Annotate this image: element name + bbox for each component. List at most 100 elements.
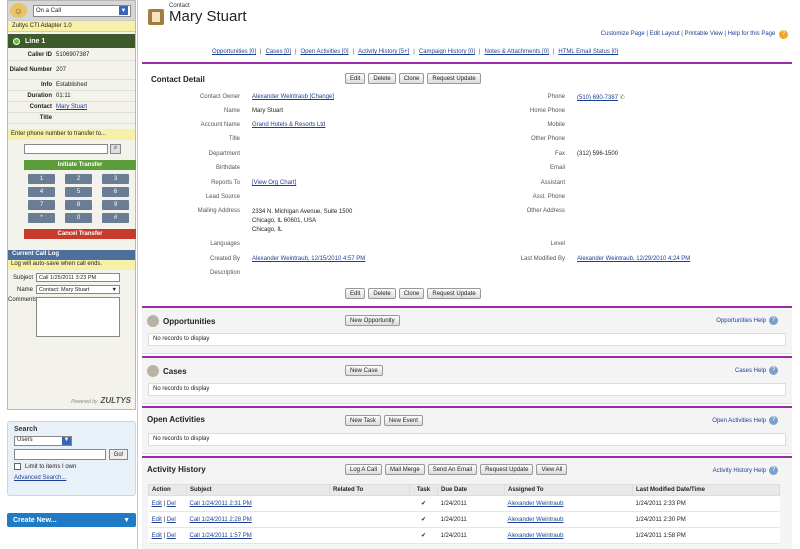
search-scope-value: Users xyxy=(17,437,33,443)
transfer-number-input[interactable] xyxy=(24,144,108,154)
keypad-key[interactable]: 3 xyxy=(102,174,129,184)
search-scope-select[interactable]: Users ▼ xyxy=(14,436,72,446)
log-a-call-button[interactable]: Log A Call xyxy=(345,464,383,475)
edit-link[interactable]: Edit xyxy=(152,501,162,507)
call-log-header[interactable]: Current Call Log xyxy=(8,250,135,260)
opportunities-help[interactable]: Opportunities Help? xyxy=(716,316,778,325)
initiate-transfer-button[interactable]: Initiate Transfer xyxy=(24,160,136,170)
view-all-button[interactable]: View All xyxy=(536,464,568,475)
comments-textarea[interactable] xyxy=(36,297,120,337)
field-label: Languages xyxy=(210,241,240,247)
call-row-title: Title xyxy=(8,113,135,124)
caller-id-label: Caller ID xyxy=(27,52,52,58)
phone-icon[interactable]: ✆ xyxy=(620,95,625,101)
limit-items-label: Limit to items I own xyxy=(25,463,77,470)
field-value xyxy=(252,136,452,142)
advanced-search-link[interactable]: Advanced Search... xyxy=(14,475,129,481)
new-opportunity-button[interactable]: New Opportunity xyxy=(345,315,400,326)
help-icon: ? xyxy=(769,416,778,425)
field-label: Mailing Address xyxy=(197,208,240,214)
clone-button[interactable]: Clone xyxy=(398,288,425,299)
cancel-transfer-button[interactable]: Cancel Transfer xyxy=(24,229,136,239)
keypad-key[interactable]: 4 xyxy=(28,187,55,197)
field-label: Fax xyxy=(554,151,565,157)
edit-button[interactable]: Edit xyxy=(345,288,366,299)
keypad-key[interactable]: 7 xyxy=(28,200,55,210)
separator: | xyxy=(413,49,415,55)
contact-owner-link[interactable]: Alexander Weintraub [Change] xyxy=(252,94,452,101)
keypad-key[interactable]: * xyxy=(28,213,55,223)
search-panel: Search Users ▼ Go! Limit to items I own A… xyxy=(7,421,136,496)
keypad-key[interactable]: 5 xyxy=(65,187,92,197)
send-an-email-button[interactable]: Send An Email xyxy=(427,464,478,475)
subject-link[interactable]: Call 1/24/2011 2:31 PM xyxy=(186,495,330,512)
field-row: Mailing Address 2334 N. Michigan Avenue, … xyxy=(142,208,792,235)
search-input[interactable] xyxy=(14,449,106,460)
search-icon[interactable]: ⌕ xyxy=(110,144,121,154)
call-row-contact: Contact Mary Stuart xyxy=(8,102,135,113)
call-status-select[interactable]: On a Call ▼ xyxy=(33,4,131,17)
cases-help[interactable]: Cases Help? xyxy=(735,366,778,375)
mail-merge-button[interactable]: Mail Merge xyxy=(385,464,425,475)
keypad-key[interactable]: 0 xyxy=(65,213,92,223)
limit-items-checkbox[interactable] xyxy=(14,463,21,470)
create-new-button[interactable]: Create New... ▼ xyxy=(7,513,136,527)
new-case-button[interactable]: New Case xyxy=(345,365,383,376)
contact-link[interactable]: Mary Stuart xyxy=(56,104,135,110)
clone-button[interactable]: Clone xyxy=(398,73,425,84)
keypad-key[interactable]: 6 xyxy=(102,187,129,197)
activity-history-help[interactable]: Activity History Help? xyxy=(713,466,778,475)
account-name-link[interactable]: Grand Hotels & Resorts Ltd xyxy=(252,122,452,128)
phone-link[interactable]: (510) 690-7387 xyxy=(577,95,618,101)
column-header: Related To xyxy=(329,484,410,496)
delete-button[interactable]: Delete xyxy=(368,288,396,299)
html-email-status-link[interactable]: HTML Email Status [0] xyxy=(558,49,618,55)
cases-link[interactable]: Cases [0] xyxy=(266,49,291,55)
edit-link[interactable]: Edit xyxy=(152,517,162,523)
request-update-button[interactable]: Request Update xyxy=(427,288,481,299)
subject-link[interactable]: Call 1/24/2011 1:57 PM xyxy=(186,527,330,544)
subject-link[interactable]: Call 1/24/2011 2:28 PM xyxy=(186,511,330,528)
contact-icon xyxy=(148,9,164,25)
field-value xyxy=(577,180,792,186)
new-task-button[interactable]: New Task xyxy=(345,415,381,426)
edit-button[interactable]: Edit xyxy=(345,73,366,84)
go-button[interactable]: Go! xyxy=(109,449,128,460)
del-link[interactable]: Del xyxy=(167,501,176,507)
edit-link[interactable]: Edit xyxy=(152,533,162,539)
activity-history-link[interactable]: Activity History [5+] xyxy=(358,49,409,55)
subject-row: Subject Call 1/25/2011 3:23 PM xyxy=(8,273,135,282)
assigned-to-link[interactable]: Alexander Weintraub xyxy=(504,511,633,528)
keypad-key[interactable]: 1 xyxy=(28,174,55,184)
new-event-button[interactable]: New Event xyxy=(383,415,423,426)
request-update-button[interactable]: Request Update xyxy=(480,464,534,475)
field-label: Reports To xyxy=(211,180,240,186)
limit-items-checkbox-row[interactable]: Limit to items I own xyxy=(14,463,129,470)
delete-button[interactable]: Delete xyxy=(368,73,396,84)
column-header: Task xyxy=(409,484,438,496)
keypad-key[interactable]: 8 xyxy=(65,200,92,210)
request-update-button[interactable]: Request Update xyxy=(427,73,481,84)
del-link[interactable]: Del xyxy=(167,517,176,523)
assigned-to-link[interactable]: Alexander Weintraub xyxy=(504,527,633,544)
field-label: Asst. Phone xyxy=(532,194,565,200)
line-header[interactable]: Line 1 xyxy=(8,34,135,48)
column-header: Action xyxy=(148,484,187,496)
subject-input[interactable]: Call 1/25/2011 3:23 PM xyxy=(36,273,120,282)
open-activities-help[interactable]: Open Activities Help? xyxy=(712,416,778,425)
assigned-to-link[interactable]: Alexander Weintraub xyxy=(504,495,633,512)
campaign-history-link[interactable]: Campaign History [0] xyxy=(419,49,475,55)
view-org-chart-link[interactable]: [View Org Chart] xyxy=(252,180,452,186)
page-links-text[interactable]: Customize Page | Edit Layout | Printable… xyxy=(601,31,776,37)
created-by-link[interactable]: Alexander Weintraub, 12/15/2010 4:57 PM xyxy=(252,256,452,262)
opportunities-link[interactable]: Opportunities [0] xyxy=(212,49,256,55)
last-modified-by-link[interactable]: Alexander Weintraub, 12/29/2010 4:24 PM xyxy=(577,256,792,262)
keypad-key[interactable]: 9 xyxy=(102,200,129,210)
keypad-key[interactable]: # xyxy=(102,213,129,223)
keypad-key[interactable]: 2 xyxy=(65,174,92,184)
notes-attachments-link[interactable]: Notes & Attachments [0] xyxy=(484,49,548,55)
name-select[interactable]: Contact: Mary Stuart ▼ xyxy=(36,285,120,294)
open-activities-link[interactable]: Open Activities [0] xyxy=(301,49,349,55)
help-icon[interactable]: ? xyxy=(779,30,788,39)
del-link[interactable]: Del xyxy=(167,533,176,539)
